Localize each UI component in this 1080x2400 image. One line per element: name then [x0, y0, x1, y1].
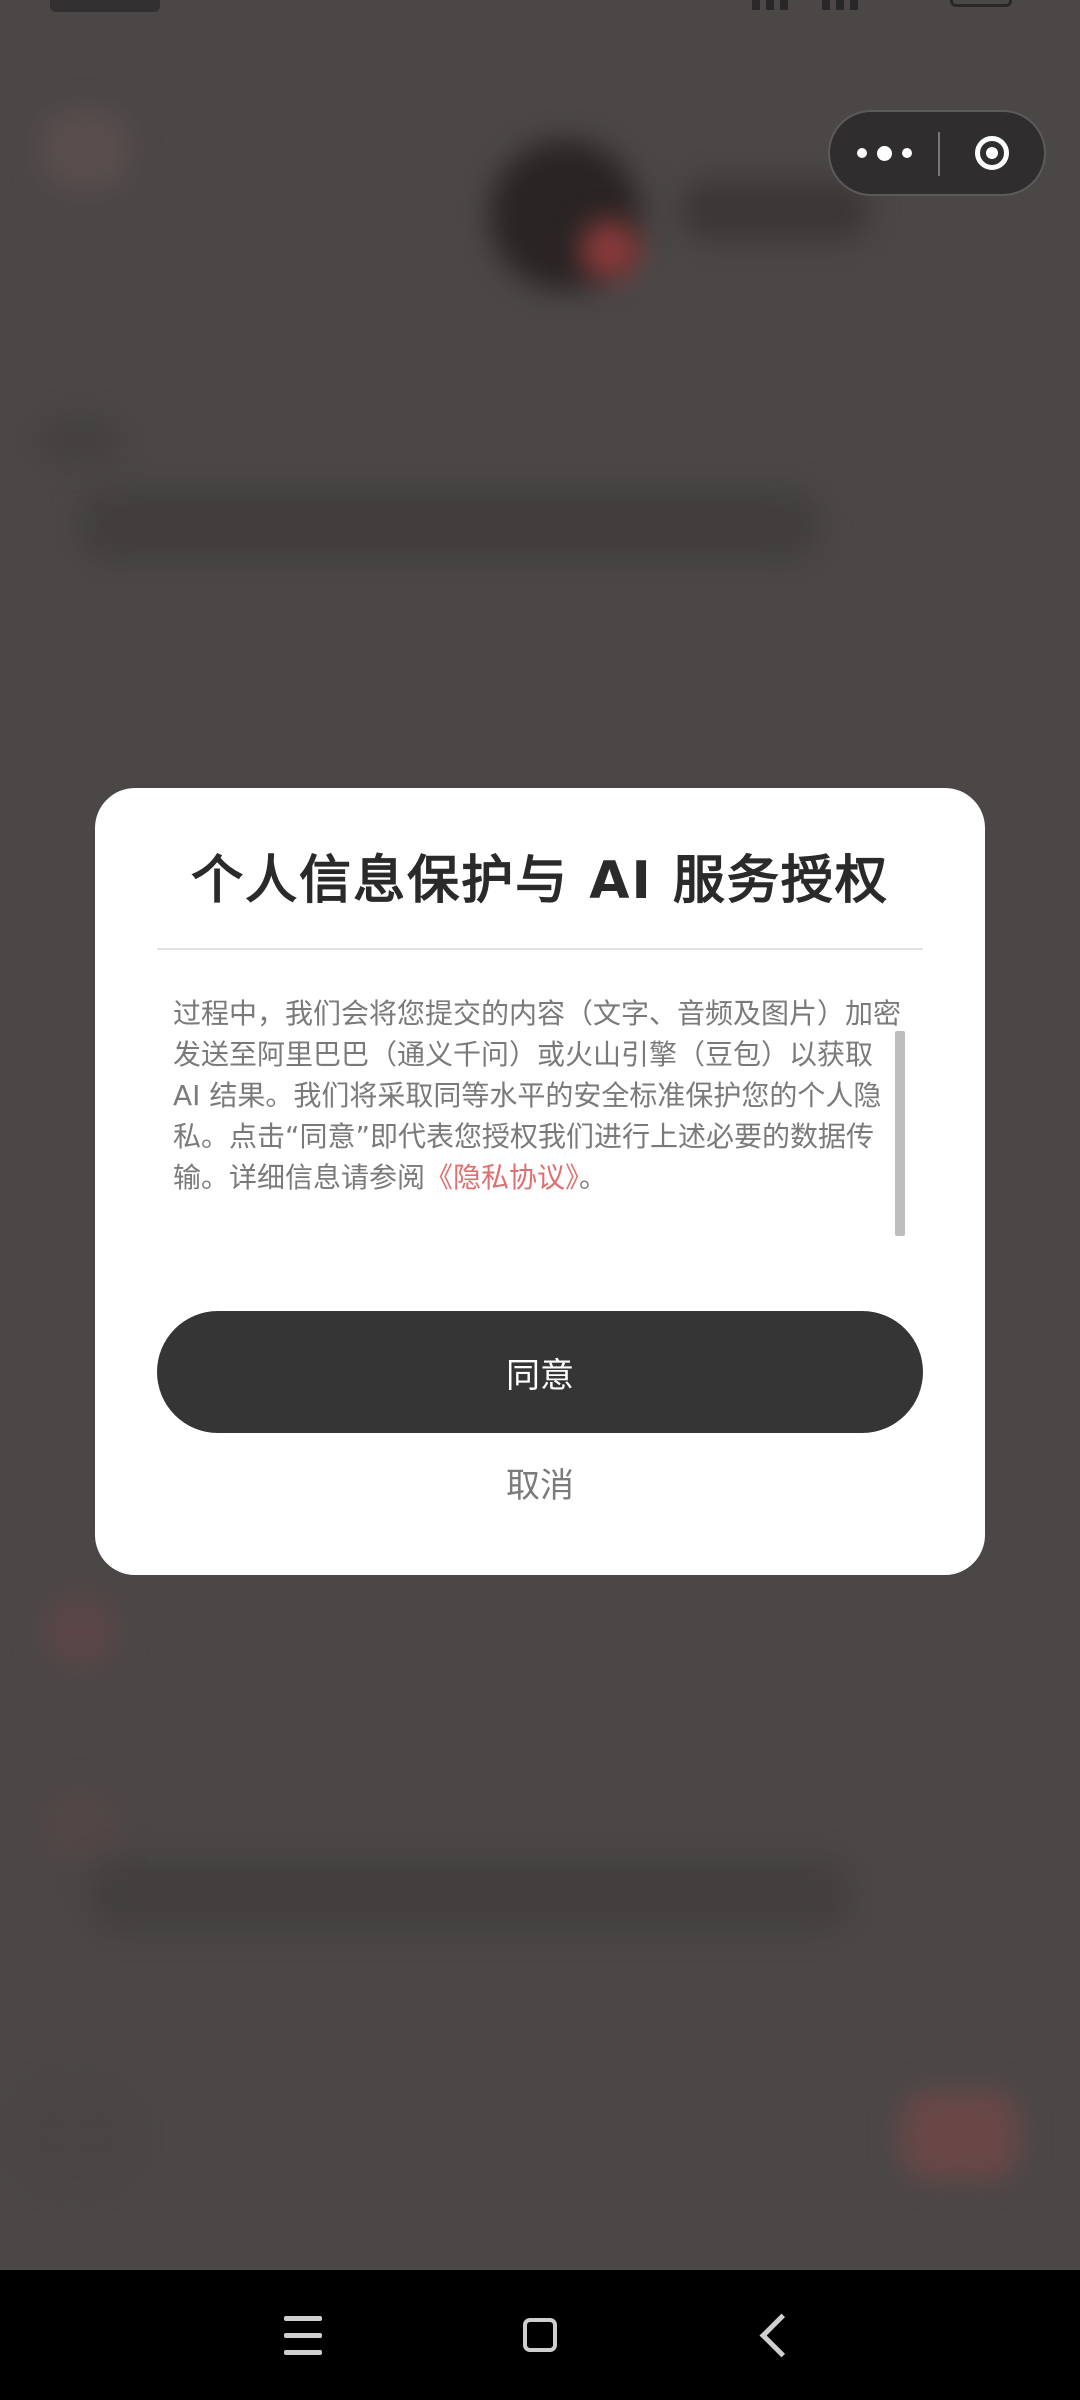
back-chevron [759, 2313, 803, 2357]
signal-icon-bar [850, 0, 858, 10]
signal-icon-bar [780, 0, 788, 10]
blurred-bottom-left [20, 2090, 130, 2180]
blurred-text-line [80, 490, 820, 560]
status-time [50, 0, 160, 12]
dot [876, 145, 892, 161]
privacy-authorization-dialog: 个人信息保护与 AI 服务授权 过程中，我们会将您提交的内容（文字、音频及图片）… [95, 788, 985, 1575]
home-icon[interactable] [480, 2270, 600, 2400]
signal-icon-bar [766, 0, 774, 10]
signal-icon [752, 0, 760, 10]
menu-line [284, 2315, 322, 2321]
menu-line [284, 2349, 322, 2355]
blurred-label [40, 420, 120, 460]
blurred-bottom-right [900, 2090, 1020, 2180]
signal-icon-bar [822, 0, 830, 10]
blurred-icon [40, 1590, 120, 1670]
dialog-title: 个人信息保护与 AI 服务授权 [191, 851, 889, 911]
blurred-icon-2 [40, 1790, 120, 1860]
blurred-back-button [40, 110, 130, 190]
menu-icon[interactable] [243, 2270, 363, 2400]
blurred-avatar-badge [580, 220, 640, 280]
status-icons [692, 0, 1012, 10]
status-bar [0, 0, 1080, 40]
ring-core [986, 147, 998, 159]
dialog-scrollbar[interactable] [895, 1031, 905, 1236]
dot [901, 148, 912, 158]
dot [856, 148, 867, 158]
close-target-icon[interactable] [940, 112, 1044, 194]
signal-icon-bar [836, 0, 844, 10]
more-dots-icon[interactable] [830, 112, 938, 194]
screen: 个人信息保护与 AI 服务授权 过程中，我们会将您提交的内容（文字、音频及图片）… [0, 0, 1080, 2400]
menu-line [284, 2332, 322, 2338]
system-navigation-bar [0, 2270, 1080, 2400]
dialog-body[interactable]: 过程中，我们会将您提交的内容（文字、音频及图片）加密发送至阿里巴巴（通义千问）或… [173, 993, 903, 1233]
home-square [523, 2318, 557, 2352]
privacy-agreement-link[interactable]: 《隐私协议》 [425, 1161, 579, 1194]
back-icon[interactable] [716, 2270, 836, 2400]
mini-program-capsule [828, 110, 1046, 196]
dialog-divider [157, 948, 923, 950]
ring [975, 136, 1009, 170]
blurred-text-line-2 [90, 1860, 850, 1930]
dialog-body-end: 。 [579, 1161, 608, 1194]
agree-button[interactable]: 同意 [157, 1311, 923, 1433]
cancel-button[interactable]: 取消 [95, 1456, 985, 1516]
battery-icon [950, 0, 1012, 7]
